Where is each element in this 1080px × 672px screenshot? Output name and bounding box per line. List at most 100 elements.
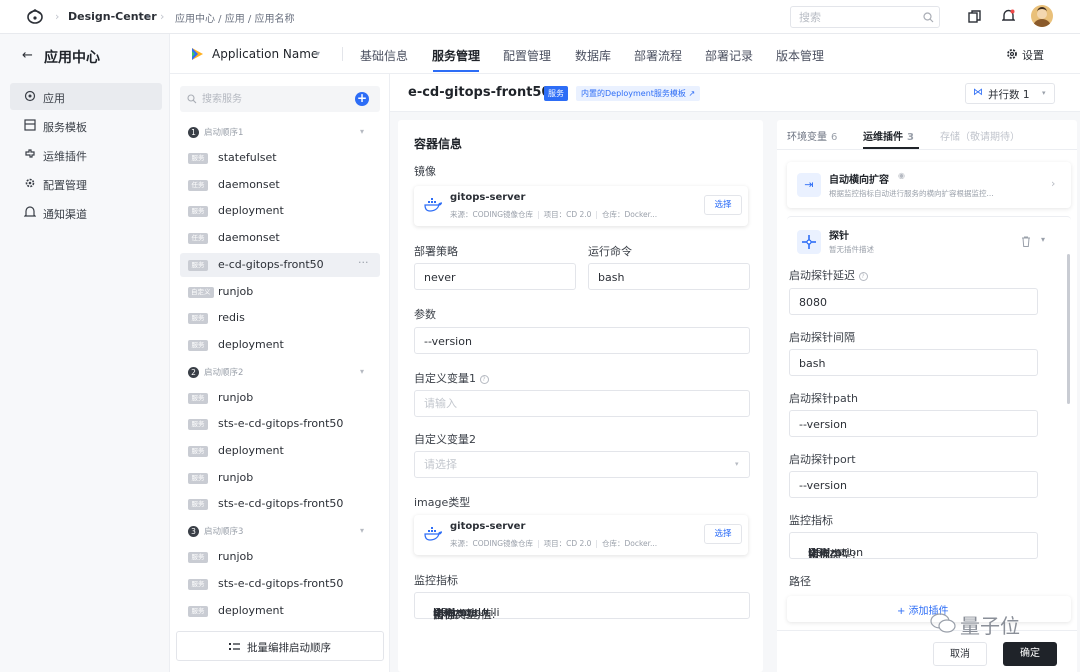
path-label: 路径 xyxy=(789,575,811,588)
probe-interval-field[interactable]: bash xyxy=(789,349,1038,376)
chevron-down-icon[interactable]: ▾ xyxy=(360,526,364,535)
service-list-item[interactable]: 服务 redis xyxy=(180,306,380,330)
tab-database[interactable]: 数据库 xyxy=(575,47,611,64)
chevron-down-icon[interactable]: ▾ xyxy=(146,12,150,21)
nav-item-notify[interactable]: 通知渠道 xyxy=(10,199,162,226)
service-type-tag: 自定义 xyxy=(188,286,214,298)
service-list-item[interactable]: 服务 deployment xyxy=(180,599,380,623)
var1-input[interactable] xyxy=(415,391,749,416)
project-name[interactable]: Design-Center xyxy=(68,10,157,23)
search-input[interactable] xyxy=(791,7,911,27)
confirm-button[interactable]: 确定 xyxy=(1003,642,1057,666)
chevron-down-icon[interactable]: ▾ xyxy=(1041,235,1045,244)
service-search[interactable] xyxy=(180,86,380,112)
var2-input[interactable] xyxy=(415,452,749,477)
var2-select[interactable]: ▾ xyxy=(414,451,750,478)
service-list-item[interactable]: 服务 runjob xyxy=(180,545,380,569)
service-name: deployment xyxy=(218,204,284,218)
service-list-item[interactable]: 服务 runjob xyxy=(180,466,380,490)
breadcrumb[interactable]: 应用中心 / 应用 / 应用名称 xyxy=(175,10,294,25)
service-type-badge: 服务 xyxy=(544,86,568,101)
service-list-item[interactable]: 服务 e-cd-gitops-front50 ··· xyxy=(180,252,380,277)
nav-item-ops-plugin[interactable]: 运维插件 xyxy=(10,141,162,168)
help-icon[interactable]: ? xyxy=(858,271,868,281)
global-search[interactable] xyxy=(790,6,940,28)
search-icon xyxy=(187,94,197,104)
copy-icon[interactable] xyxy=(968,10,981,23)
settings-icon[interactable] xyxy=(1006,48,1018,60)
tab-divider xyxy=(777,149,1077,150)
args-field[interactable]: --version xyxy=(414,327,750,354)
select-image-button[interactable]: 选择 xyxy=(704,195,742,215)
start-order-group[interactable]: 1 启动顺序1 xyxy=(188,126,243,138)
header-divider xyxy=(342,47,343,61)
tab-config-management[interactable]: 配置管理 xyxy=(503,47,551,64)
help-icon[interactable]: ? xyxy=(479,374,489,384)
tab-deploy-record[interactable]: 部署记录 xyxy=(705,47,753,64)
logo-icon[interactable] xyxy=(26,8,44,24)
service-list-item[interactable]: 服务 runjob xyxy=(180,386,380,410)
nav-item-service-template[interactable]: 服务模板 xyxy=(10,112,162,139)
app-name[interactable]: Application Name xyxy=(212,47,318,61)
cancel-button[interactable]: 取消 xyxy=(933,642,987,666)
service-list-item[interactable]: 任务 daemonset xyxy=(180,226,380,250)
scrollbar[interactable] xyxy=(1067,254,1070,404)
parallel-label: 并行数 1 xyxy=(988,89,1030,101)
metric-field[interactable]: 名称: CPU | 指标类型: Utilization | 阈值/平均值: averag… xyxy=(414,592,750,621)
service-name: runjob xyxy=(218,390,254,404)
nav-item-config[interactable]: 配置管理 xyxy=(10,170,162,197)
service-list-item[interactable]: 服务 sts-e-cd-gitops-front50 xyxy=(180,572,380,596)
service-list-item[interactable]: 任务 daemonset xyxy=(180,173,380,197)
info-icon: ◉ xyxy=(898,171,905,180)
service-list-item[interactable]: 服务 deployment xyxy=(180,439,380,463)
left-nav: ← 应用中心 应用 服务模板 运维插件 配置管理 通知渠道 xyxy=(0,34,170,672)
chevron-down-icon[interactable]: ▾ xyxy=(360,127,364,136)
service-list-item[interactable]: 自定义 runjob xyxy=(180,280,380,304)
plugin-auto-scale[interactable]: ⇥ 自动横向扩容 ◉ 根据监控指标自动进行服务的横向扩容根据监控... › xyxy=(787,162,1071,208)
plugin-desc: 根据监控指标自动进行服务的横向扩容根据监控... xyxy=(829,189,994,198)
service-type-tag: 服务 xyxy=(188,153,208,164)
strategy-field[interactable]: never xyxy=(414,263,576,290)
tab-service-management[interactable]: 服务管理 xyxy=(432,47,480,64)
back-icon[interactable]: ← xyxy=(22,48,33,63)
probe-metric-field[interactable]: 名称: CPU | 指标类型: Utilization | 阈值/平 xyxy=(789,532,1038,559)
service-name: runjob xyxy=(218,470,254,484)
trash-icon[interactable] xyxy=(1021,236,1031,247)
service-list-item[interactable]: 服务 deployment xyxy=(180,333,380,357)
service-type-tag: 服务 xyxy=(188,552,208,564)
tab-env-vars[interactable]: 环境变量 6 xyxy=(787,128,837,143)
settings-button[interactable]: 设置 xyxy=(1022,47,1044,63)
plugin-panel: 环境变量 6 运维插件 3 存储（敬请期待） ⇥ 自动横向扩容 ◉ 根据监控指标自动… xyxy=(777,120,1077,672)
add-plugin-bar[interactable]: + 添加插件 xyxy=(787,596,1071,622)
start-order-group[interactable]: 3 启动顺序3 xyxy=(188,525,243,538)
service-list-item[interactable]: 服务 deployment xyxy=(180,199,380,223)
start-order-group[interactable]: 2 启动顺序2 xyxy=(188,366,243,378)
var1-field[interactable] xyxy=(414,390,750,417)
chevron-down-icon[interactable]: ▾ xyxy=(360,367,364,376)
tab-basic-info[interactable]: 基础信息 xyxy=(360,47,408,64)
probe-port-field[interactable]: --version xyxy=(789,471,1038,498)
chevron-down-icon[interactable]: ▾ xyxy=(316,49,320,58)
tab-deploy-flow[interactable]: 部署流程 xyxy=(634,47,682,64)
service-list-item[interactable]: 服务 sts-e-cd-gitops-front50 xyxy=(180,492,380,516)
probe-path-field[interactable]: --version xyxy=(789,410,1038,437)
probe-port-label: 启动探针port xyxy=(789,453,856,466)
template-link[interactable]: 内置的Deployment服务模板 ↗ xyxy=(576,86,701,101)
avatar[interactable] xyxy=(1031,5,1053,27)
select-image-button[interactable]: 选择 xyxy=(704,524,742,544)
service-name: deployment xyxy=(218,444,284,457)
more-icon[interactable]: ··· xyxy=(358,256,369,269)
group-number: 1 xyxy=(188,127,199,138)
batch-order-button[interactable]: 批量编排启动顺序 xyxy=(176,631,384,661)
tab-ops-plugins[interactable]: 运维插件 3 xyxy=(863,128,914,143)
command-field[interactable]: bash xyxy=(588,263,750,290)
service-list-item[interactable]: 服务 sts-e-cd-gitops-front50 xyxy=(180,412,380,436)
nav-item-app[interactable]: 应用 xyxy=(10,83,162,110)
add-service-button[interactable]: + xyxy=(355,92,369,106)
notification-icon[interactable] xyxy=(1002,9,1015,23)
parallel-select[interactable]: ⋈ 并行数 1 ▾ xyxy=(965,83,1055,104)
service-list-item[interactable]: 服务 statefulset xyxy=(180,146,380,170)
tab-version-management[interactable]: 版本管理 xyxy=(776,47,824,64)
service-search-input[interactable] xyxy=(180,86,330,112)
probe-delay-field[interactable]: 8080 xyxy=(789,288,1038,315)
